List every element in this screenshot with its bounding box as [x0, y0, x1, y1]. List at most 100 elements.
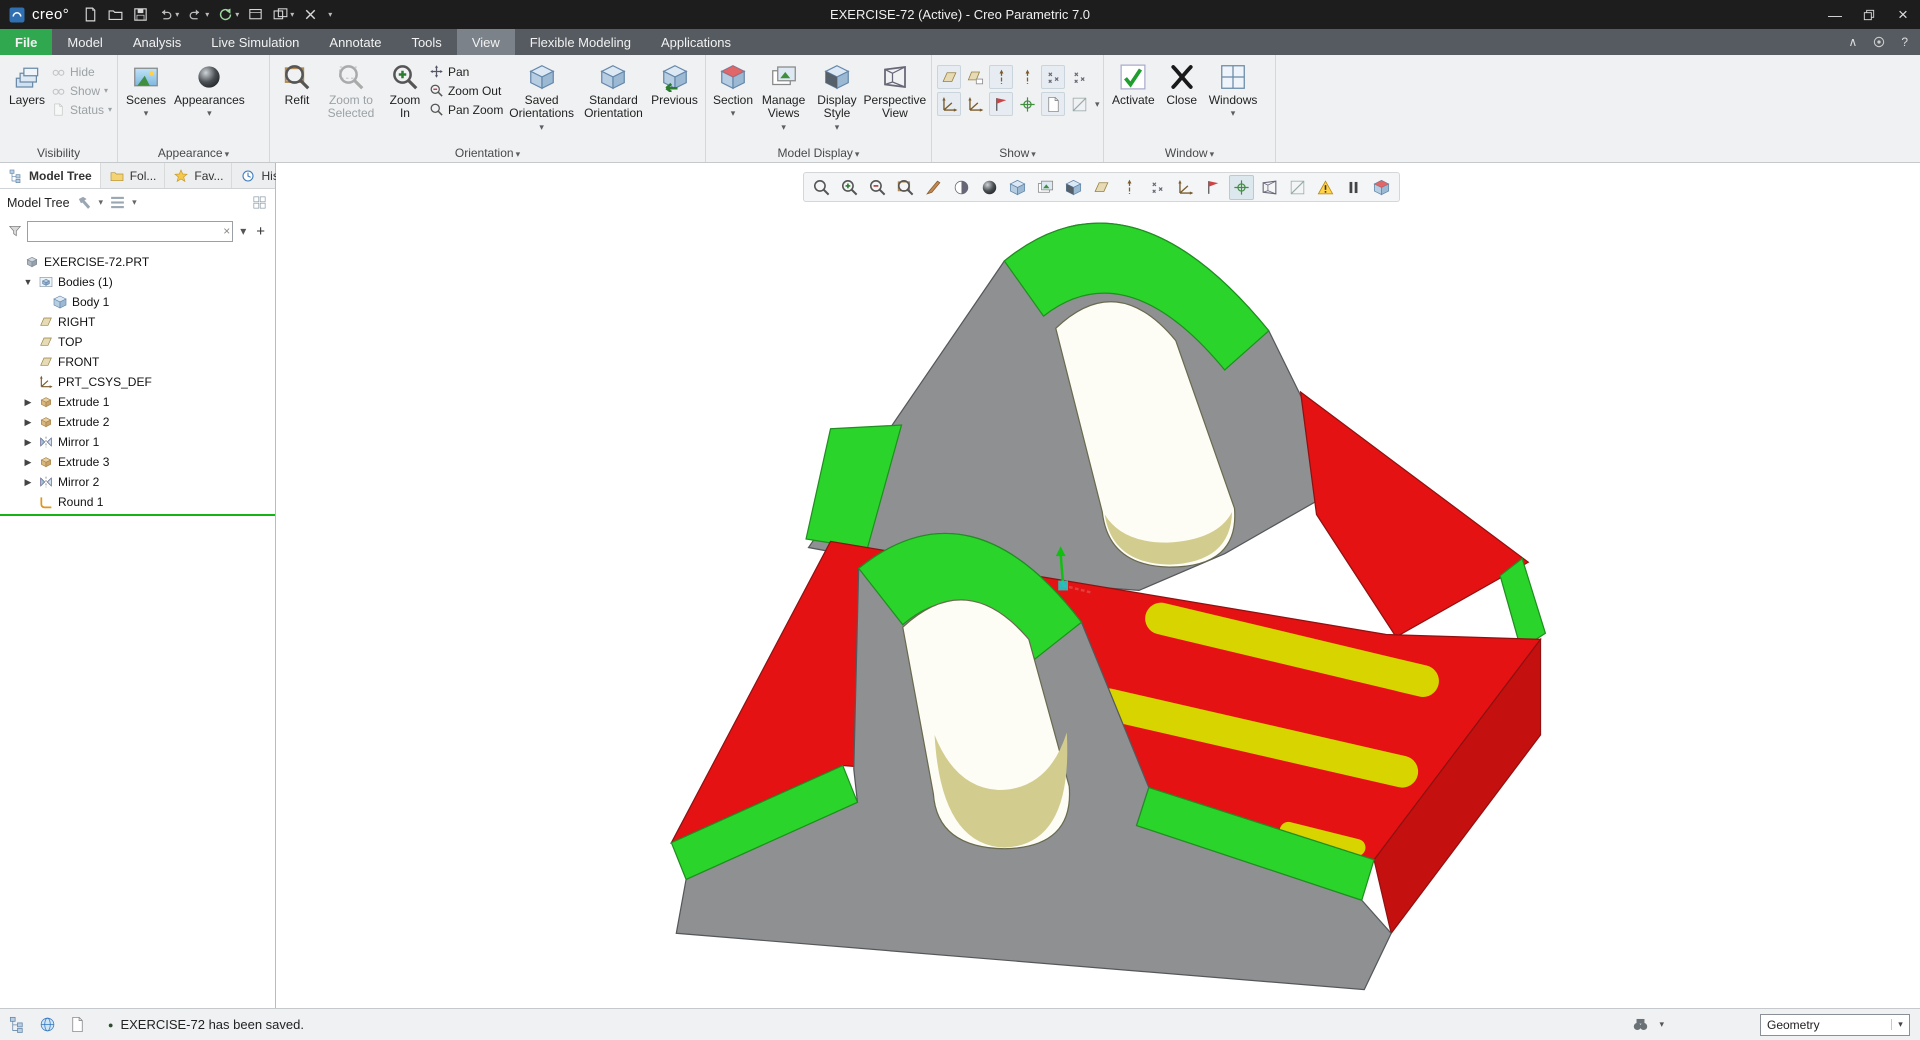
minimize-button[interactable]: — [1818, 0, 1852, 29]
point-display-button[interactable] [1041, 65, 1065, 89]
tree-item-right[interactable]: RIGHT [0, 312, 275, 332]
window-layout-button[interactable]: ▾ [269, 3, 297, 27]
tree-item-top[interactable]: TOP [0, 332, 275, 352]
status-button[interactable]: Status ▾ [51, 102, 112, 117]
window-display-button[interactable] [244, 3, 267, 27]
dropdown-caret-icon[interactable]: ▾ [328, 10, 332, 19]
tree-item-extrude-1[interactable]: ▶ Extrude 1 [0, 392, 275, 412]
tree-expander-icon[interactable]: ▶ [22, 477, 34, 488]
repaint-button[interactable] [921, 175, 946, 200]
zoom-out-button[interactable]: Zoom Out [429, 83, 503, 98]
plane-tag-display-button[interactable] [963, 65, 987, 89]
display-style-button[interactable] [1061, 175, 1086, 200]
refit-button[interactable] [893, 175, 918, 200]
tab-favorites[interactable]: Fav... [165, 163, 233, 188]
manage-views-button[interactable]: Manage Views ▾ [757, 59, 810, 144]
tree-search-input[interactable] [27, 220, 234, 242]
perspective-view-button[interactable]: Perspective View [864, 59, 926, 144]
clear-search-icon[interactable]: × [223, 223, 230, 239]
tab-flexible-modeling[interactable]: Flexible Modeling [515, 29, 646, 55]
names-display-button[interactable] [1067, 92, 1091, 116]
model-tree-toggle-button[interactable] [4, 1012, 30, 1038]
close-window-button[interactable] [299, 3, 322, 27]
view-manager-button[interactable] [1033, 175, 1058, 200]
regenerate-button[interactable]: ▾ [214, 3, 242, 27]
tree-item-mirror-2[interactable]: ▶ Mirror 2 [0, 472, 275, 492]
model-3d-view[interactable] [276, 163, 1920, 1008]
pause-simulation-button[interactable] [1341, 175, 1366, 200]
datum-plane-toggle-button[interactable] [1089, 175, 1114, 200]
graphics-area[interactable] [276, 163, 1920, 1008]
tree-expander-icon[interactable]: ▶ [22, 417, 34, 428]
open-file-button[interactable] [104, 3, 127, 27]
tree-expander-icon[interactable]: ▶ [22, 457, 34, 468]
tree-item-prt-csys-def[interactable]: PRT_CSYS_DEF [0, 372, 275, 392]
pan-zoom-button[interactable]: Pan Zoom [429, 102, 503, 117]
zoom-region-button[interactable] [809, 175, 834, 200]
point-tag-display-button[interactable] [1067, 65, 1091, 89]
csys-display-button[interactable] [937, 92, 961, 116]
filter-funnel-icon[interactable] [7, 223, 23, 239]
tab-live-simulation[interactable]: Live Simulation [196, 29, 314, 55]
appearances-button[interactable]: Appearances ▾ [171, 59, 248, 144]
search-options-button[interactable]: ▾ [237, 224, 249, 238]
sketch-view-button[interactable] [1285, 175, 1310, 200]
tab-view[interactable]: View [456, 29, 515, 55]
tab-analysis[interactable]: Analysis [118, 29, 196, 55]
close-window-button[interactable]: × [1886, 0, 1920, 29]
web-browser-toggle-button[interactable] [34, 1012, 60, 1038]
rear-right-green-chamfer[interactable] [1499, 557, 1547, 651]
dropdown-caret-icon[interactable]: ▾ [235, 10, 239, 19]
section-button[interactable]: Section ▾ [711, 59, 755, 144]
rear-right-red-face[interactable] [1299, 390, 1530, 638]
tab-tools[interactable]: Tools [396, 29, 456, 55]
tab-model-tree[interactable]: Model Tree [0, 163, 101, 188]
zoom-to-selected-button[interactable]: Zoom to Selected [321, 59, 381, 144]
orient-mode-button[interactable] [1257, 175, 1282, 200]
display-style-button[interactable]: Display Style ▾ [812, 59, 862, 144]
help-button[interactable]: ? [1901, 35, 1908, 49]
tree-item-exercise-72-prt[interactable]: EXERCISE-72.PRT [0, 252, 275, 272]
datum-point-toggle-button[interactable] [1145, 175, 1170, 200]
scenes-button[interactable]: Scenes ▾ [123, 59, 169, 144]
standard-orientation-button[interactable]: Standard Orientation [580, 59, 647, 144]
find-in-model-button[interactable] [1627, 1012, 1653, 1038]
saved-views-button[interactable] [1005, 175, 1030, 200]
customize-qat-button[interactable]: ▾ [324, 3, 335, 27]
dropdown-caret-icon[interactable]: ▾ [205, 10, 209, 19]
csys-tag-display-button[interactable] [963, 92, 987, 116]
tree-item-mirror-1[interactable]: ▶ Mirror 1 [0, 432, 275, 452]
refit-button[interactable]: Refit [275, 59, 319, 144]
show-button[interactable]: Show ▾ [51, 83, 112, 98]
tree-expander-icon[interactable]: ▶ [22, 437, 34, 448]
windows-button[interactable]: Windows ▾ [1206, 59, 1261, 144]
tree-expander-icon[interactable]: ▶ [22, 397, 34, 408]
full-screen-toggle-button[interactable] [64, 1012, 90, 1038]
notes-display-button[interactable] [1041, 92, 1065, 116]
find-options-button[interactable]: ▾ [1659, 1019, 1664, 1030]
tree-item-front[interactable]: FRONT [0, 352, 275, 372]
new-file-button[interactable] [79, 3, 102, 27]
dropdown-caret-icon[interactable]: ▾ [290, 10, 294, 19]
activate-button[interactable]: Activate [1109, 59, 1158, 144]
tab-applications[interactable]: Applications [646, 29, 746, 55]
zoom-in-button[interactable]: Zoom In [383, 59, 427, 144]
spin-center-toggle-button[interactable] [1229, 174, 1254, 200]
spin-center-display-button[interactable] [1015, 92, 1039, 116]
session-status-icon[interactable] [1871, 34, 1887, 50]
add-filter-button[interactable]: + [253, 223, 268, 240]
enhanced-realism-button[interactable] [977, 175, 1002, 200]
layers-button[interactable]: Layers [5, 59, 49, 144]
datum-axis-toggle-button[interactable] [1117, 175, 1142, 200]
tree-item-extrude-3[interactable]: ▶ Extrude 3 [0, 452, 275, 472]
pan-button[interactable]: Pan [429, 64, 503, 79]
tab-folder-browser[interactable]: Fol... [101, 163, 166, 188]
hide-button[interactable]: Hide [51, 64, 112, 79]
tree-item-extrude-2[interactable]: ▶ Extrude 2 [0, 412, 275, 432]
close-button[interactable]: Close [1160, 59, 1204, 144]
save-button[interactable] [129, 3, 152, 27]
tree-item-bodies-1[interactable]: ▼ Bodies (1) [0, 272, 275, 292]
undo-button[interactable]: ▾ [154, 3, 182, 27]
selection-filter-dropdown[interactable]: Geometry ▾ [1760, 1013, 1910, 1036]
show-more-caret-icon[interactable]: ▾ [1095, 99, 1100, 110]
